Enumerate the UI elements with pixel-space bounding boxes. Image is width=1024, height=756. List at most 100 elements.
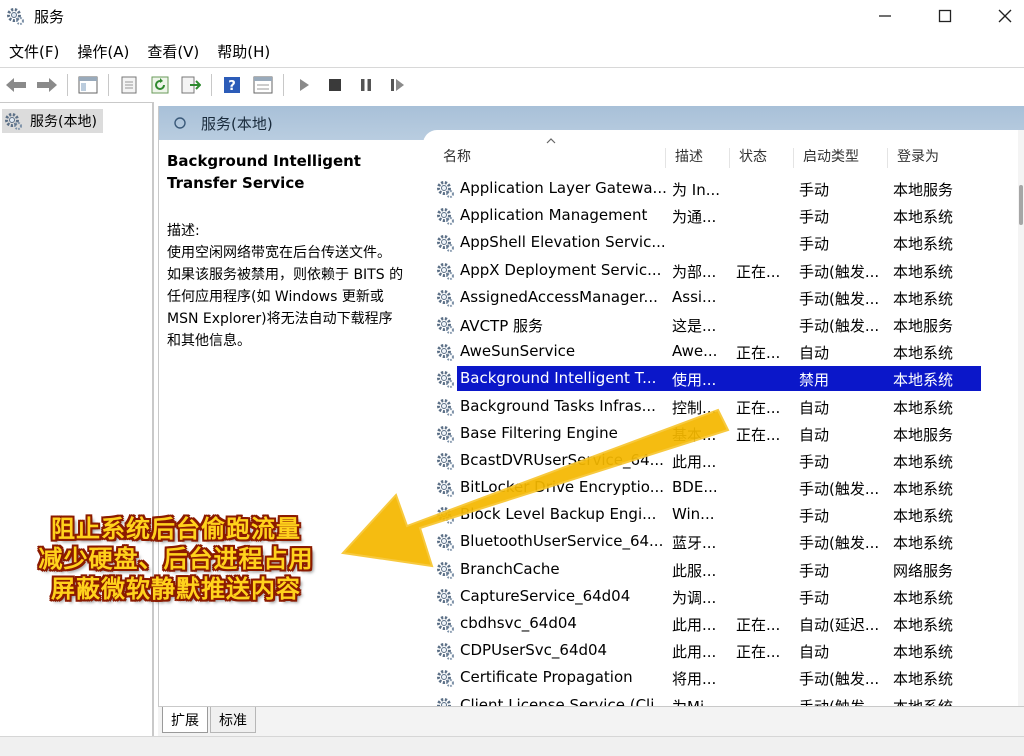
minimize-button[interactable]: [862, 2, 908, 30]
table-row[interactable]: BranchCache 此服... 手动 网络服务: [435, 556, 995, 583]
service-log-on-as: 本地系统: [893, 371, 954, 390]
service-log-on-as: 本地系统: [893, 452, 954, 471]
service-gear-icon: [436, 424, 456, 444]
properties-button[interactable]: [115, 71, 143, 99]
service-startup-type: 手动(触发...: [799, 262, 880, 281]
column-header-name[interactable]: 名称: [443, 146, 471, 168]
service-gear-icon: [436, 342, 456, 362]
main-pane: 服务(本地) Background Intelligent Transfer S…: [158, 106, 1024, 706]
overlay-line: 屏蔽微软静默推送内容: [51, 575, 301, 603]
tab-standard[interactable]: 标准: [210, 707, 256, 733]
stop-service-button[interactable]: [321, 71, 349, 99]
service-startup-type: 手动: [799, 588, 830, 607]
service-log-on-as: 本地系统: [893, 235, 954, 254]
table-row[interactable]: BcastDVRUserService_64... 此用... 手动 本地系统: [435, 447, 995, 474]
title-bar: 服务: [0, 0, 1024, 34]
service-gear-icon: [436, 233, 456, 253]
column-separator[interactable]: [793, 148, 794, 168]
service-log-on-as: 网络服务: [893, 561, 954, 580]
table-row[interactable]: BluetoothUserService_64... 蓝牙... 手动(触发... 本…: [435, 528, 995, 555]
service-startup-type: 手动: [799, 235, 830, 254]
table-row[interactable]: Application Layer Gatewa... 为 In... 手动 本地服务: [435, 175, 995, 202]
restart-icon: [391, 78, 404, 91]
service-description: Awe...: [672, 342, 718, 361]
column-separator[interactable]: [887, 148, 888, 168]
refresh-button[interactable]: [146, 71, 174, 99]
vertical-scrollbar[interactable]: [1018, 130, 1024, 706]
service-description: 此服...: [672, 561, 717, 580]
forward-button[interactable]: [33, 71, 61, 99]
back-arrow-icon: [6, 77, 26, 92]
table-row[interactable]: Client License Service (Cli... 为Mi... 手动(触…: [435, 692, 995, 706]
table-row[interactable]: cbdhsvc_64d04 此用... 正在... 自动(延迟... 本地系统: [435, 610, 995, 637]
table-row[interactable]: Application Management 为通... 手动 本地系统: [435, 202, 995, 229]
table-row[interactable]: Certificate Propagation 将用... 手动(触发... 本地系统: [435, 664, 995, 691]
close-button[interactable]: [982, 2, 1024, 30]
column-header-description[interactable]: 描述: [675, 146, 703, 168]
service-description: Win...: [672, 505, 715, 524]
service-startup-type: 手动(触发...: [799, 534, 880, 553]
table-row[interactable]: Block Level Backup Engi... Win... 手动 本地系统: [435, 501, 995, 528]
service-startup-type: 手动: [799, 452, 830, 471]
back-button[interactable]: [2, 71, 30, 99]
view-button[interactable]: [249, 71, 277, 99]
service-startup-type: 自动: [799, 643, 830, 662]
start-service-button[interactable]: [290, 71, 318, 99]
overlay-line: 减少硬盘、后台进程占用: [38, 545, 314, 573]
service-description: 此用...: [672, 616, 717, 634]
service-description: 此用...: [672, 643, 717, 662]
console-tree-button[interactable]: [74, 71, 102, 99]
service-startup-type: 自动(延迟...: [799, 616, 880, 634]
maximize-button[interactable]: [922, 2, 968, 30]
tab-extended[interactable]: 扩展: [162, 707, 208, 733]
menu-action[interactable]: 操作(A): [68, 41, 138, 62]
service-log-on-as: 本地服务: [893, 181, 954, 199]
service-description: 基本...: [672, 425, 717, 444]
service-description: 将用...: [672, 670, 717, 689]
service-startup-type: 手动: [799, 507, 830, 526]
refresh-icon: [151, 76, 169, 93]
column-header-status[interactable]: 状态: [739, 146, 767, 168]
table-row[interactable]: Base Filtering Engine 基本... 正在... 自动 本地服务: [435, 420, 995, 447]
service-log-on-as: 本地服务: [893, 316, 954, 335]
column-header-log-on-as[interactable]: 登录为: [897, 146, 939, 168]
forward-arrow-icon: [37, 77, 57, 92]
tree-item-services-local[interactable]: 服务(本地): [2, 109, 103, 133]
table-row[interactable]: AppShell Elevation Servic... 手动 本地系统: [435, 229, 995, 256]
service-name: Background Intelligent T...: [460, 369, 657, 388]
table-row[interactable]: AssignedAccessManager... Assi... 手动(触发... 本…: [435, 284, 995, 311]
service-gear-icon: [436, 369, 456, 389]
table-row[interactable]: AVCTP 服务 这是... 手动(触发... 本地服务: [435, 311, 995, 338]
service-log-on-as: 本地系统: [893, 398, 954, 417]
service-name: Application Layer Gatewa...: [460, 179, 666, 197]
service-status: 正在...: [736, 643, 781, 662]
table-row[interactable]: Background Tasks Infras... 控制... 正在... 自动 本地…: [435, 393, 995, 420]
menu-view[interactable]: 查看(V): [138, 41, 208, 62]
service-gear-icon: [436, 478, 456, 498]
service-description: 使用...: [672, 371, 717, 390]
menu-file[interactable]: 文件(F): [0, 41, 68, 62]
table-row-selected[interactable]: Background Intelligent T... 使用... 禁用 本地系统: [435, 365, 995, 392]
table-row[interactable]: AppX Deployment Servic... 为部... 正在... 手动(触发…: [435, 257, 995, 284]
menu-help[interactable]: 帮助(H): [208, 41, 279, 62]
stop-icon: [329, 78, 341, 91]
pause-service-button[interactable]: [352, 71, 380, 99]
restart-service-button[interactable]: [383, 71, 411, 99]
column-header-startup-type[interactable]: 启动类型: [803, 146, 859, 168]
table-row[interactable]: AweSunService Awe... 正在... 自动 本地系统: [435, 338, 995, 365]
service-name: BluetoothUserService_64...: [460, 532, 664, 551]
column-separator[interactable]: [665, 148, 666, 168]
export-list-button[interactable]: [177, 71, 205, 99]
service-log-on-as: 本地系统: [893, 507, 954, 526]
column-separator[interactable]: [729, 148, 730, 168]
service-gear-icon: [436, 505, 456, 525]
table-row[interactable]: CaptureService_64d04 为调... 手动 本地系统: [435, 583, 995, 610]
service-gear-icon: [436, 261, 456, 281]
services-rows: Application Layer Gatewa... 为 In... 手动 本地服务…: [435, 175, 995, 706]
table-row[interactable]: CDPUserSvc_64d04 此用... 正在... 自动 本地系统: [435, 637, 995, 664]
scrollbar-thumb[interactable]: [1019, 185, 1023, 225]
service-log-on-as: 本地系统: [893, 696, 983, 706]
menu-bar: 文件(F) 操作(A) 查看(V) 帮助(H): [0, 36, 1024, 66]
table-row[interactable]: BitLocker Drive Encryptio... BDE... 手动(触发.…: [435, 474, 995, 501]
help-button[interactable]: ?: [218, 71, 246, 99]
